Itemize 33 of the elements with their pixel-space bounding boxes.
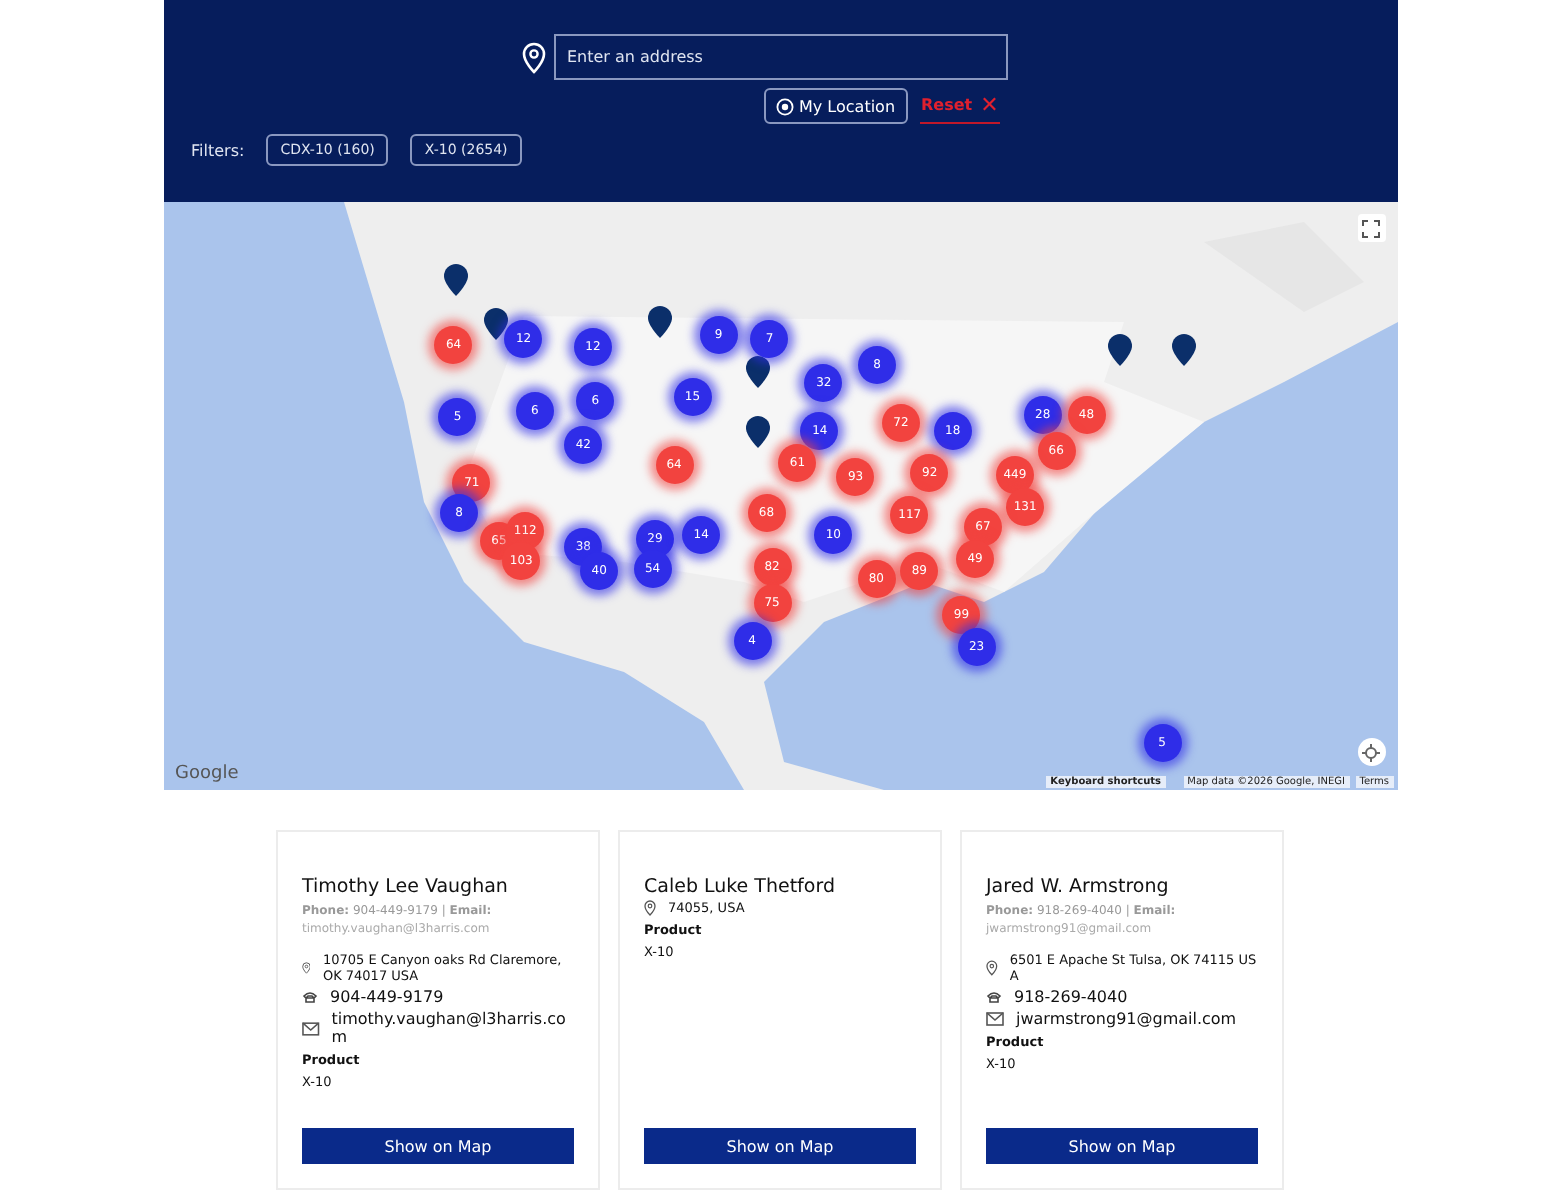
- envelope-icon: [986, 1012, 1004, 1026]
- target-icon: [775, 97, 793, 115]
- map-marker-icon[interactable]: [1171, 334, 1196, 367]
- phone-icon: [302, 990, 318, 1004]
- map-marker-icon[interactable]: [745, 416, 770, 449]
- map-marker-icon[interactable]: [443, 264, 468, 297]
- crosshair-icon: [1362, 743, 1380, 761]
- contact-name: Jared W. Armstrong: [986, 876, 1171, 898]
- phone-text: 918-269-4040: [1014, 988, 1128, 1006]
- my-location-button[interactable]: My Location: [763, 88, 908, 124]
- location-pin-icon: [986, 960, 998, 976]
- envelope-icon: [302, 1021, 320, 1035]
- location-pin-icon: [644, 900, 656, 916]
- fullscreen-icon: [1362, 219, 1380, 237]
- map-marker-icon[interactable]: [648, 306, 673, 338]
- location-pin-icon: [302, 960, 311, 976]
- show-on-map-button[interactable]: Show on Map: [644, 1128, 916, 1164]
- contact-name: Caleb Luke Thetford: [644, 876, 837, 898]
- map-marker-icon[interactable]: [1107, 333, 1132, 366]
- map-marker-icon[interactable]: [483, 307, 508, 340]
- email-text: timothy.vaughan@l3harris.com: [331, 1010, 568, 1046]
- address-field[interactable]: Enter an address: [553, 34, 1007, 80]
- email-text: jwarmstrong91@gmail.com: [1016, 1010, 1237, 1028]
- map-logo: Google: [175, 764, 239, 784]
- filters-label: Filters:: [191, 141, 245, 159]
- show-on-map-button[interactable]: Show on Map: [302, 1128, 574, 1164]
- location-pin-icon: [521, 41, 545, 73]
- show-on-map-button[interactable]: Show on Map: [986, 1128, 1258, 1164]
- map-marker-icon[interactable]: [745, 355, 770, 388]
- phone-text: 904-449-9179: [330, 988, 444, 1006]
- contact-name: Timothy Lee Vaughan: [302, 876, 510, 898]
- phone-icon: [986, 990, 1002, 1004]
- fullscreen-button[interactable]: [1357, 214, 1385, 242]
